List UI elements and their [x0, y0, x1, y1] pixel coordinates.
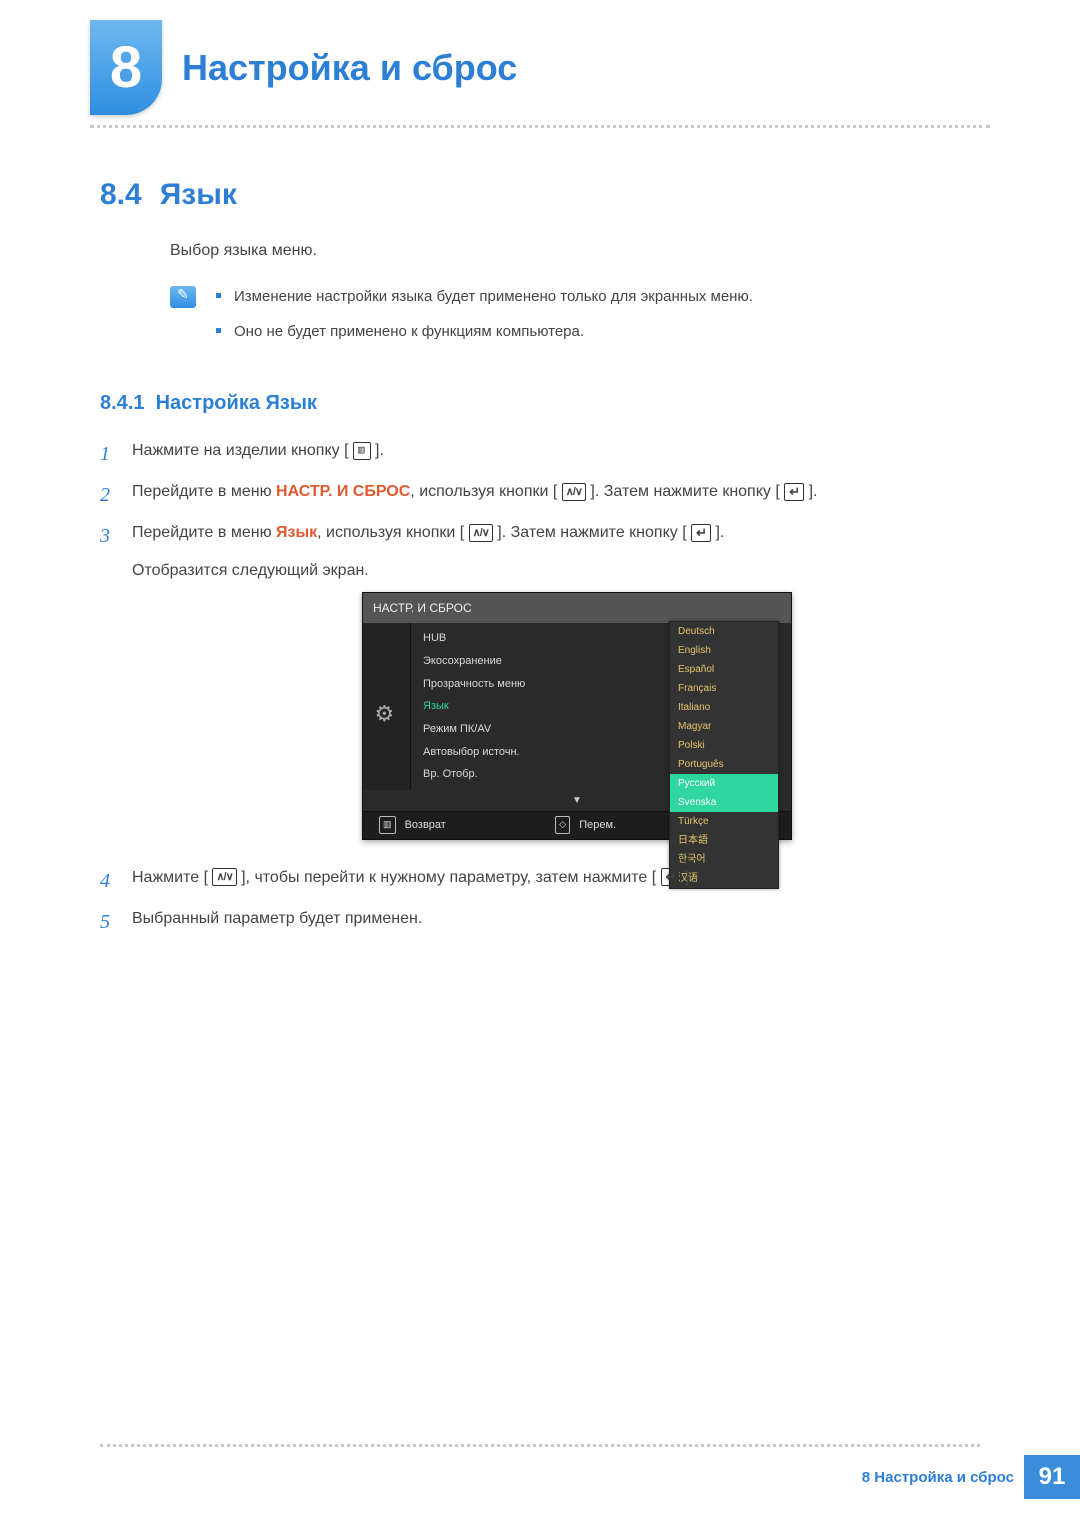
- header-divider: [90, 125, 990, 128]
- enter-icon: [661, 868, 681, 886]
- note-item: Оно не будет применено к функциям компью…: [216, 321, 753, 342]
- osd-language-option: Русский: [670, 774, 778, 793]
- section-title: Язык: [160, 178, 237, 212]
- step-2: Перейдите в меню НАСТР. И СБРОС, использ…: [100, 478, 980, 505]
- chapter-number-badge: 8: [90, 20, 162, 115]
- osd-title: НАСТР. И СБРОС: [363, 593, 791, 623]
- page-footer: 8 Настройка и сброс 91: [862, 1455, 1080, 1499]
- osd-language-option: Svenska: [670, 793, 778, 812]
- osd-language-option: Türkçe: [670, 812, 778, 831]
- updown-icon: ∧/∨: [212, 868, 236, 886]
- gear-icon: ⚙: [375, 695, 399, 719]
- note-block: Изменение настройки языка будет применен…: [170, 286, 980, 356]
- move-icon: ◇: [555, 816, 570, 833]
- osd-sidebar: ⚙: [363, 623, 411, 790]
- note-icon: [170, 286, 196, 308]
- osd-language-option: Magyar: [670, 717, 778, 736]
- chapter-header: 8 Настройка и сброс: [0, 0, 1080, 115]
- footer-chapter-text: 8 Настройка и сброс: [862, 1469, 1014, 1486]
- menu-icon: ▥: [379, 816, 396, 833]
- osd-language-option: English: [670, 641, 778, 660]
- section-number: 8.4: [100, 178, 142, 212]
- steps-list: Нажмите на изделии кнопку [ ▥ ]. Перейди…: [100, 437, 980, 932]
- menu-icon: ▥: [353, 442, 371, 460]
- enter-icon: [691, 524, 711, 542]
- osd-screenshot: НАСТР. И СБРОС ⚙ HUB:Экосохранение:Прозр…: [362, 592, 792, 840]
- osd-menu: HUB:Экосохранение:Прозрачность меню:Язык…: [411, 623, 791, 790]
- osd-language-option: Italiano: [670, 698, 778, 717]
- osd-language-option: Polski: [670, 736, 778, 755]
- enter-icon: [784, 483, 804, 501]
- osd-language-option: 日本語: [670, 831, 778, 850]
- footer-divider: [100, 1444, 980, 1447]
- osd-language-dropdown: DeutschEnglishEspañolFrançaisItalianoMag…: [669, 621, 779, 889]
- step-1: Нажмите на изделии кнопку [ ▥ ].: [100, 437, 980, 464]
- updown-icon: ∧/∨: [562, 483, 586, 501]
- osd-language-option: Français: [670, 679, 778, 698]
- updown-icon: ∧/∨: [469, 524, 493, 542]
- subsection-heading: 8.4.1 Настройка Язык: [100, 392, 980, 415]
- step-5: Выбранный параметр будет применен.: [100, 905, 980, 932]
- note-item: Изменение настройки языка будет применен…: [216, 286, 753, 307]
- subsection-number: 8.4.1: [100, 392, 144, 414]
- osd-language-option: Deutsch: [670, 622, 778, 641]
- section-intro: Выбор языка меню.: [170, 242, 980, 260]
- step-4: Нажмите [ ∧/∨ ], чтобы перейти к нужному…: [100, 864, 980, 891]
- osd-language-option: Español: [670, 660, 778, 679]
- step-3: Перейдите в меню Язык, используя кнопки …: [100, 519, 980, 839]
- page-number: 91: [1024, 1455, 1080, 1499]
- chapter-title: Настройка и сброс: [182, 47, 517, 89]
- menu-name-emph: НАСТР. И СБРОС: [276, 483, 410, 500]
- menu-name-emph: Язык: [276, 524, 317, 541]
- osd-language-option: Português: [670, 755, 778, 774]
- section-heading: 8.4 Язык: [100, 178, 980, 212]
- subsection-title: Настройка Язык: [156, 392, 317, 414]
